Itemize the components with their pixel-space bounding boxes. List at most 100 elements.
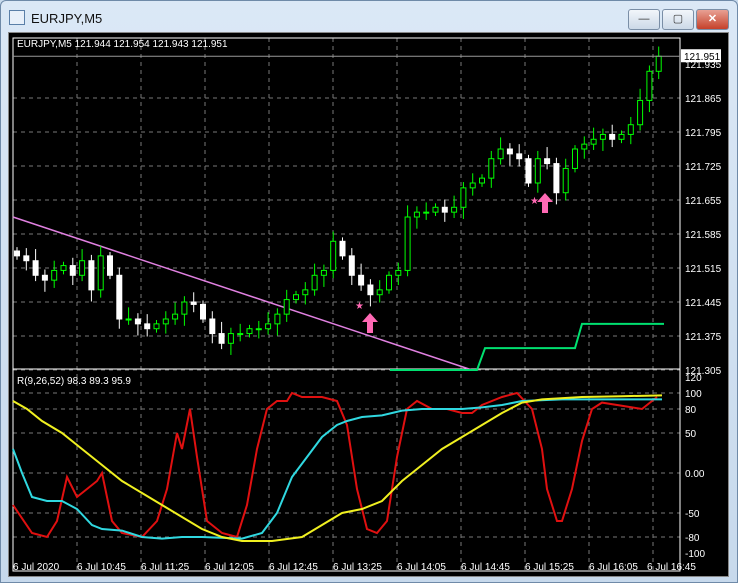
- candle-body: [23, 255, 30, 262]
- indicator-level-label: 50: [685, 429, 697, 440]
- time-label: 6 Jul 10:45: [77, 562, 126, 573]
- candle: [572, 145, 578, 173]
- candle-body: [469, 182, 476, 189]
- candle: [32, 249, 39, 282]
- candle: [227, 327, 234, 355]
- main-header: EURJPY,M5 121.944 121.954 121.943 121.95…: [17, 39, 228, 50]
- candle: [516, 144, 523, 167]
- candle: [590, 127, 597, 150]
- candle: [23, 248, 30, 271]
- price-label: 121.585: [685, 230, 722, 241]
- indicator-line-red: [12, 391, 658, 539]
- candle-body: [386, 274, 392, 291]
- candle-body: [627, 124, 634, 135]
- candle-body: [516, 153, 523, 160]
- price-label: 121.655: [685, 196, 722, 207]
- candle-body: [265, 323, 272, 330]
- candle: [88, 254, 95, 302]
- candle-body: [32, 260, 39, 276]
- time-label: 6 Jul 13:25: [333, 562, 382, 573]
- candle-body: [125, 318, 132, 321]
- candle-body: [283, 299, 290, 315]
- candle-body: [144, 323, 151, 330]
- close-button[interactable]: ✕: [696, 9, 729, 30]
- candle: [302, 282, 309, 305]
- candle-body: [320, 269, 327, 276]
- candle: [404, 205, 411, 277]
- candle-body: [14, 250, 20, 257]
- candle: [69, 257, 76, 286]
- candle-body: [330, 240, 337, 271]
- candle-body: [181, 301, 188, 315]
- candle-body: [293, 294, 299, 301]
- candle-body: [441, 206, 448, 213]
- candle: [172, 302, 179, 325]
- candle: [134, 313, 141, 336]
- candle-body: [107, 255, 113, 276]
- candle-body: [376, 289, 383, 296]
- star-marker: ★: [355, 301, 364, 312]
- candle: [413, 206, 420, 229]
- time-label: 6 Jul 12:45: [269, 562, 318, 573]
- minimize-button[interactable]: —: [628, 9, 660, 30]
- candle: [599, 128, 606, 151]
- candle-body: [655, 55, 662, 72]
- candle: [162, 311, 169, 334]
- time-label: 6 Jul 11:25: [141, 562, 190, 573]
- candle-body: [488, 158, 495, 179]
- candle-body: [302, 289, 309, 296]
- indicator-level-label: 0.00: [685, 469, 705, 480]
- time-label: 6 Jul 16:05: [589, 562, 638, 573]
- candle: [107, 251, 113, 280]
- candle-body: [162, 318, 169, 325]
- plot-border: [12, 37, 681, 572]
- candle: [386, 271, 392, 294]
- candle-body: [395, 269, 402, 276]
- candle-body: [460, 187, 467, 208]
- candle-body: [237, 333, 244, 336]
- candle: [423, 202, 430, 220]
- step-line: [390, 322, 664, 371]
- indicator-header: R(9,26,52) 98.3 89.3 95.9: [17, 376, 131, 387]
- candle: [144, 314, 151, 337]
- candle-body: [534, 158, 541, 184]
- time-label: 6 Jul 15:25: [525, 562, 574, 573]
- up-arrow-icon: [537, 193, 553, 213]
- candle: [497, 137, 504, 165]
- candle-body: [255, 328, 262, 331]
- candle-body: [479, 177, 485, 184]
- price-label: 121.515: [685, 264, 722, 275]
- chart-canvas[interactable]: ★ ★ EURJPY,M5 121.944 121.954 121.943 121…: [8, 32, 729, 577]
- candle-body: [581, 143, 588, 150]
- candle-body: [358, 274, 365, 286]
- price-label: 121.445: [685, 298, 722, 309]
- candle-body: [209, 318, 216, 335]
- candle: [190, 292, 197, 313]
- candle-body: [274, 313, 281, 325]
- candle-body: [348, 255, 355, 276]
- candle: [255, 320, 262, 339]
- candle: [339, 237, 346, 260]
- candle-body: [599, 133, 606, 140]
- candle-body: [79, 260, 86, 276]
- candle: [506, 143, 513, 166]
- maximize-button[interactable]: ▢: [662, 9, 694, 30]
- chart-app-icon: [9, 10, 25, 25]
- candle: [283, 289, 290, 322]
- candle: [376, 280, 383, 303]
- price-label: 121.725: [685, 162, 722, 173]
- indicator-level-label: -80: [685, 533, 700, 544]
- candle-body: [562, 167, 569, 194]
- indicator-level-label: 80: [685, 405, 697, 416]
- candle: [553, 157, 560, 205]
- candle: [637, 88, 644, 131]
- candle-body: [367, 284, 374, 296]
- chart-svg[interactable]: ★★ EURJPY,M5 121.944 121.954 121.943 121…: [9, 33, 728, 576]
- candle-body: [190, 301, 197, 305]
- candle-body: [413, 211, 420, 218]
- candle: [581, 136, 588, 159]
- candle-body: [227, 333, 234, 344]
- candle: [479, 174, 485, 187]
- candle-body: [88, 260, 95, 291]
- candle: [209, 311, 216, 344]
